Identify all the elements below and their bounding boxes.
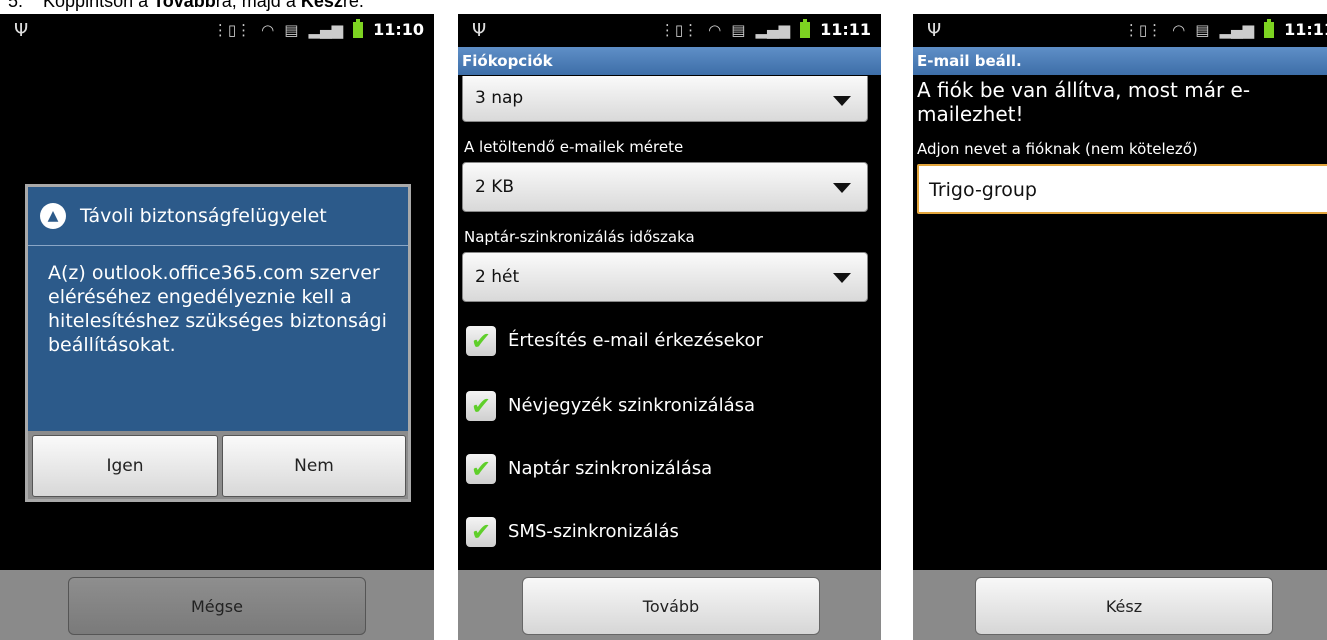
wifi-icon: ◠ [261,20,275,39]
battery-icon [800,18,811,38]
page-title: Fiókopciók [458,47,881,75]
signal-icon: ▂▄▆ [1219,20,1255,39]
battery-icon [1264,18,1275,38]
input-value: Trigo-group [929,179,1037,201]
dialog-header: ▲ Távoli biztonságfelügyelet [28,187,408,245]
dropdown-value: 2 hét [475,267,520,287]
signal-icon: ▂▄▆ [308,20,344,39]
yes-button[interactable]: Igen [32,435,218,497]
status-bar: Ψ ⋮▯⋮ ◠ ▤ ▂▄▆ 11:11 [913,14,1327,46]
page-title: E-mail beáll. [913,47,1327,75]
checkbox-label: Névjegyzék szinkronizálása [508,395,756,416]
next-button[interactable]: Tovább [522,577,820,635]
bottom-bar: Mégse [0,570,434,640]
sim-icon: ▤ [1195,20,1210,39]
caption-text-c: re. [342,0,364,11]
clock: 11:10 [373,20,424,39]
dialog-message: A(z) outlook.office365.com szerver eléré… [48,262,387,356]
cancel-button[interactable]: Mégse [68,577,366,635]
sim-icon: ▤ [284,20,299,39]
vibrate-icon: ⋮▯⋮ [1123,20,1163,39]
dropdown-value: 2 KB [475,177,515,197]
calendar-sync-dropdown[interactable]: 2 hét [462,252,868,302]
no-button[interactable]: Nem [222,435,406,497]
vibrate-icon: ⋮▯⋮ [212,20,252,39]
vibrate-icon: ⋮▯⋮ [659,20,699,39]
checkmark-icon[interactable]: ✔ [466,391,496,421]
done-button[interactable]: Kész [975,577,1273,635]
wifi-icon: ◠ [708,20,722,39]
instruction-caption: 5. Koppintson a Továbbra, majd a Készre. [0,0,364,13]
screen-account-options: Ψ ⋮▯⋮ ◠ ▤ ▂▄▆ 11:11 Fiókopciók 3 nap A l… [458,14,881,640]
warning-icon: ▲ [40,203,66,229]
battery-icon [353,18,364,38]
bottom-bar: Tovább [458,570,881,640]
dropdown-arrow-icon [833,96,851,106]
screen-security-prompt: Ψ ⋮▯⋮ ◠ ▤ ▂▄▆ 11:10 ▲ Távoli biztonságfe… [0,14,434,640]
account-name-label: Adjon nevet a fióknak (nem kötelező) [917,140,1198,158]
dialog-button-bar: Igen Nem [28,431,408,499]
checkbox-label: Értesítés e-mail érkezésekor [508,330,763,351]
wifi-icon: ◠ [1172,20,1186,39]
email-size-label: A letöltendő e-mailek mérete [464,138,684,156]
clock: 11:11 [1284,20,1327,39]
usb-icon: Ψ [927,20,942,41]
checkmark-icon[interactable]: ✔ [466,517,496,547]
checkmark-icon[interactable]: ✔ [466,454,496,484]
dialog-title: Távoli biztonságfelügyelet [80,205,327,227]
dropdown-value: 3 nap [475,88,524,108]
caption-text-a: Koppintson a [43,0,154,11]
usb-icon: Ψ [14,20,29,41]
bottom-bar: Kész [913,570,1327,640]
calendar-sync-label: Naptár-szinkronizálás időszaka [464,228,695,246]
checkbox-label: SMS-szinkronizálás [508,521,679,542]
status-bar: Ψ ⋮▯⋮ ◠ ▤ ▂▄▆ 11:10 [0,14,434,46]
clock: 11:11 [820,20,871,39]
email-size-dropdown[interactable]: 2 KB [462,162,868,212]
screen-email-setup: Ψ ⋮▯⋮ ◠ ▤ ▂▄▆ 11:11 E-mail beáll. A fiók… [913,14,1327,640]
dropdown-arrow-icon [833,273,851,283]
security-dialog: ▲ Távoli biztonságfelügyelet A(z) outloo… [25,184,411,502]
account-name-input[interactable]: Trigo-group [917,164,1327,214]
setup-complete-message: A fiók be van állítva, most már e-mailez… [917,78,1251,126]
signal-icon: ▂▄▆ [755,20,791,39]
caption-bold-next: Tovább [153,0,216,11]
dropdown-arrow-icon [833,183,851,193]
status-bar: Ψ ⋮▯⋮ ◠ ▤ ▂▄▆ 11:11 [458,14,881,46]
usb-icon: Ψ [472,20,487,41]
sync-period-dropdown[interactable]: 3 nap [462,76,868,122]
checkmark-icon[interactable]: ✔ [466,326,496,356]
caption-bold-done: Kész [300,0,343,11]
caption-text-b: ra, majd a [215,0,301,11]
sim-icon: ▤ [731,20,746,39]
step-number: 5. [8,0,24,11]
divider [28,245,408,246]
checkbox-label: Naptár szinkronizálása [508,458,713,479]
